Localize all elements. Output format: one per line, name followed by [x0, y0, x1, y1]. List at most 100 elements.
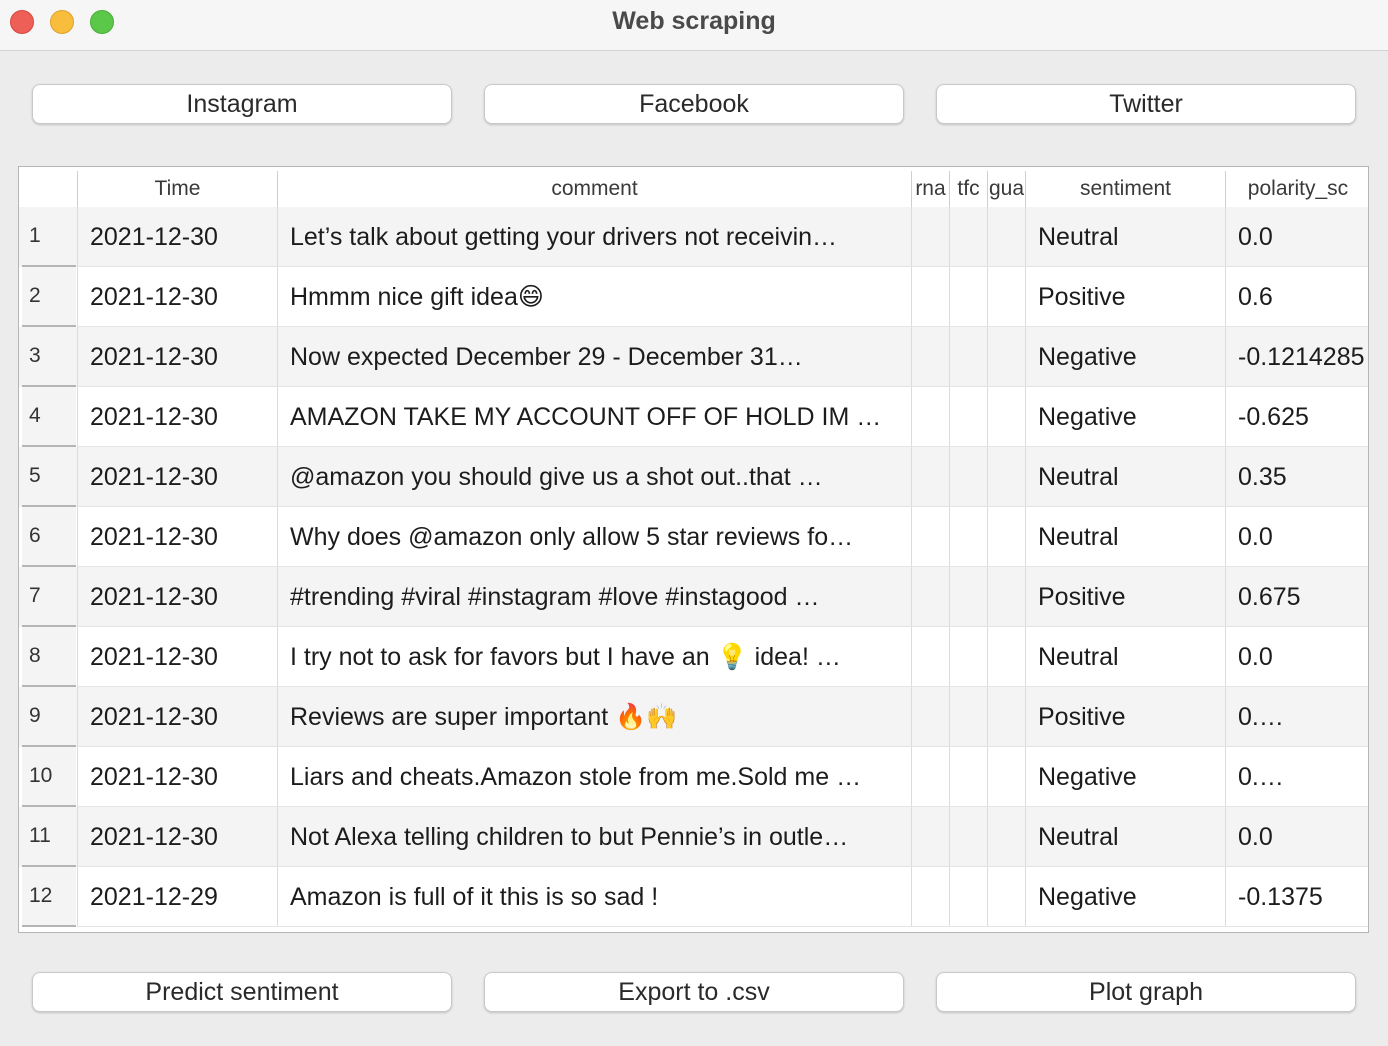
cell-tfc[interactable] — [949, 447, 987, 507]
cell-time[interactable]: 2021-12-30 — [77, 627, 277, 687]
cell-comment[interactable]: Now expected December 29 - December 31… — [277, 327, 911, 387]
instagram-button[interactable]: Instagram — [32, 84, 452, 124]
table-row[interactable]: 3 2021-12-30 Now expected December 29 - De… — [19, 327, 1368, 387]
cell-time[interactable]: 2021-12-30 — [77, 687, 277, 747]
cell-gua[interactable] — [987, 687, 1025, 747]
cell-rna[interactable] — [911, 867, 949, 927]
table-row[interactable]: 11 2021-12-30 Not Alexa telling children t… — [19, 807, 1368, 867]
cell-tfc[interactable] — [949, 387, 987, 447]
cell-comment[interactable]: Hmmm nice gift idea😄 — [277, 267, 911, 327]
cell-tfc[interactable] — [949, 687, 987, 747]
export-csv-button[interactable]: Export to .csv — [484, 972, 904, 1012]
column-header-sentiment[interactable]: sentiment — [1025, 171, 1225, 207]
table-row[interactable]: 2 2021-12-30 Hmmm nice gift idea😄 Positive 0… — [19, 267, 1368, 327]
cell-polarity[interactable]: 0.0 — [1225, 207, 1368, 267]
cell-time[interactable]: 2021-12-30 — [77, 447, 277, 507]
cell-sentiment[interactable]: Neutral — [1025, 627, 1225, 687]
cell-comment[interactable]: Not Alexa telling children to but Pennie… — [277, 807, 911, 867]
table-row[interactable]: 1 2021-12-30 Let’s talk about getting your… — [19, 207, 1368, 267]
cell-polarity[interactable]: 0.675 — [1225, 567, 1368, 627]
twitter-button[interactable]: Twitter — [936, 84, 1356, 124]
cell-sentiment[interactable]: Neutral — [1025, 807, 1225, 867]
cell-time[interactable]: 2021-12-30 — [77, 567, 277, 627]
cell-rna[interactable] — [911, 627, 949, 687]
cell-gua[interactable] — [987, 267, 1025, 327]
cell-comment[interactable]: Reviews are super important 🔥🙌 — [277, 687, 911, 747]
cell-gua[interactable] — [987, 867, 1025, 927]
cell-tfc[interactable] — [949, 747, 987, 807]
cell-rna[interactable] — [911, 207, 949, 267]
cell-gua[interactable] — [987, 207, 1025, 267]
cell-sentiment[interactable]: Neutral — [1025, 507, 1225, 567]
cell-gua[interactable] — [987, 567, 1025, 627]
column-header-time[interactable]: Time — [77, 171, 277, 207]
cell-comment[interactable]: @amazon you should give us a shot out..t… — [277, 447, 911, 507]
cell-polarity[interactable]: 0.… — [1225, 687, 1368, 747]
row-number[interactable]: 7 — [22, 567, 76, 627]
cell-time[interactable]: 2021-12-30 — [77, 327, 277, 387]
cell-polarity[interactable]: 0.35 — [1225, 447, 1368, 507]
cell-gua[interactable] — [987, 447, 1025, 507]
cell-comment[interactable]: Amazon is full of it this is so sad ! — [277, 867, 911, 927]
cell-sentiment[interactable]: Negative — [1025, 867, 1225, 927]
facebook-button[interactable]: Facebook — [484, 84, 904, 124]
cell-comment[interactable]: Liars and cheats.Amazon stole from me.So… — [277, 747, 911, 807]
cell-time[interactable]: 2021-12-30 — [77, 507, 277, 567]
table-row[interactable]: 6 2021-12-30 Why does @amazon only allow 5… — [19, 507, 1368, 567]
column-header-polarity[interactable]: polarity_sc — [1225, 171, 1368, 207]
cell-gua[interactable] — [987, 387, 1025, 447]
cell-sentiment[interactable]: Neutral — [1025, 447, 1225, 507]
cell-rna[interactable] — [911, 267, 949, 327]
cell-sentiment[interactable]: Negative — [1025, 327, 1225, 387]
cell-rna[interactable] — [911, 807, 949, 867]
row-number[interactable]: 2 — [22, 267, 76, 327]
cell-comment[interactable]: AMAZON TAKE MY ACCOUNT OFF OF HOLD IM … — [277, 387, 911, 447]
cell-tfc[interactable] — [949, 207, 987, 267]
cell-rna[interactable] — [911, 507, 949, 567]
cell-polarity[interactable]: -0.1375 — [1225, 867, 1368, 927]
column-header-tfc[interactable]: tfc — [949, 171, 987, 207]
cell-sentiment[interactable]: Neutral — [1025, 207, 1225, 267]
cell-sentiment[interactable]: Positive — [1025, 567, 1225, 627]
row-number[interactable]: 5 — [22, 447, 76, 507]
row-number[interactable]: 9 — [22, 687, 76, 747]
cell-tfc[interactable] — [949, 627, 987, 687]
cell-tfc[interactable] — [949, 267, 987, 327]
cell-polarity[interactable]: 0.… — [1225, 747, 1368, 807]
table-row[interactable]: 12 2021-12-29 Amazon is full of it this is… — [19, 867, 1368, 927]
cell-tfc[interactable] — [949, 327, 987, 387]
cell-polarity[interactable]: -0.1214285 — [1225, 327, 1368, 387]
cell-rna[interactable] — [911, 687, 949, 747]
cell-time[interactable]: 2021-12-30 — [77, 807, 277, 867]
row-number[interactable]: 10 — [22, 747, 76, 807]
cell-polarity[interactable]: 0.0 — [1225, 627, 1368, 687]
cell-gua[interactable] — [987, 807, 1025, 867]
cell-polarity[interactable]: 0.0 — [1225, 507, 1368, 567]
cell-tfc[interactable] — [949, 507, 987, 567]
cell-time[interactable]: 2021-12-30 — [77, 267, 277, 327]
cell-comment[interactable]: #trending #viral #instagram #love #insta… — [277, 567, 911, 627]
cell-sentiment[interactable]: Positive — [1025, 687, 1225, 747]
cell-time[interactable]: 2021-12-30 — [77, 387, 277, 447]
row-number[interactable]: 3 — [22, 327, 76, 387]
cell-polarity[interactable]: 0.6 — [1225, 267, 1368, 327]
cell-rna[interactable] — [911, 567, 949, 627]
table-row[interactable]: 4 2021-12-30 AMAZON TAKE MY ACCOUNT OFF OF… — [19, 387, 1368, 447]
cell-rna[interactable] — [911, 387, 949, 447]
cell-gua[interactable] — [987, 747, 1025, 807]
cell-tfc[interactable] — [949, 807, 987, 867]
table-row[interactable]: 8 2021-12-30 I try not to ask for favors b… — [19, 627, 1368, 687]
row-number[interactable]: 8 — [22, 627, 76, 687]
column-header-rna[interactable]: rna — [911, 171, 949, 207]
cell-tfc[interactable] — [949, 567, 987, 627]
cell-gua[interactable] — [987, 507, 1025, 567]
cell-time[interactable]: 2021-12-29 — [77, 867, 277, 927]
table-row[interactable]: 5 2021-12-30 @amazon you should give us a … — [19, 447, 1368, 507]
cell-polarity[interactable]: 0.0 — [1225, 807, 1368, 867]
column-header-gua[interactable]: gua — [987, 171, 1025, 207]
corner-header[interactable] — [19, 171, 77, 207]
cell-gua[interactable] — [987, 327, 1025, 387]
cell-rna[interactable] — [911, 747, 949, 807]
cell-gua[interactable] — [987, 627, 1025, 687]
cell-rna[interactable] — [911, 447, 949, 507]
